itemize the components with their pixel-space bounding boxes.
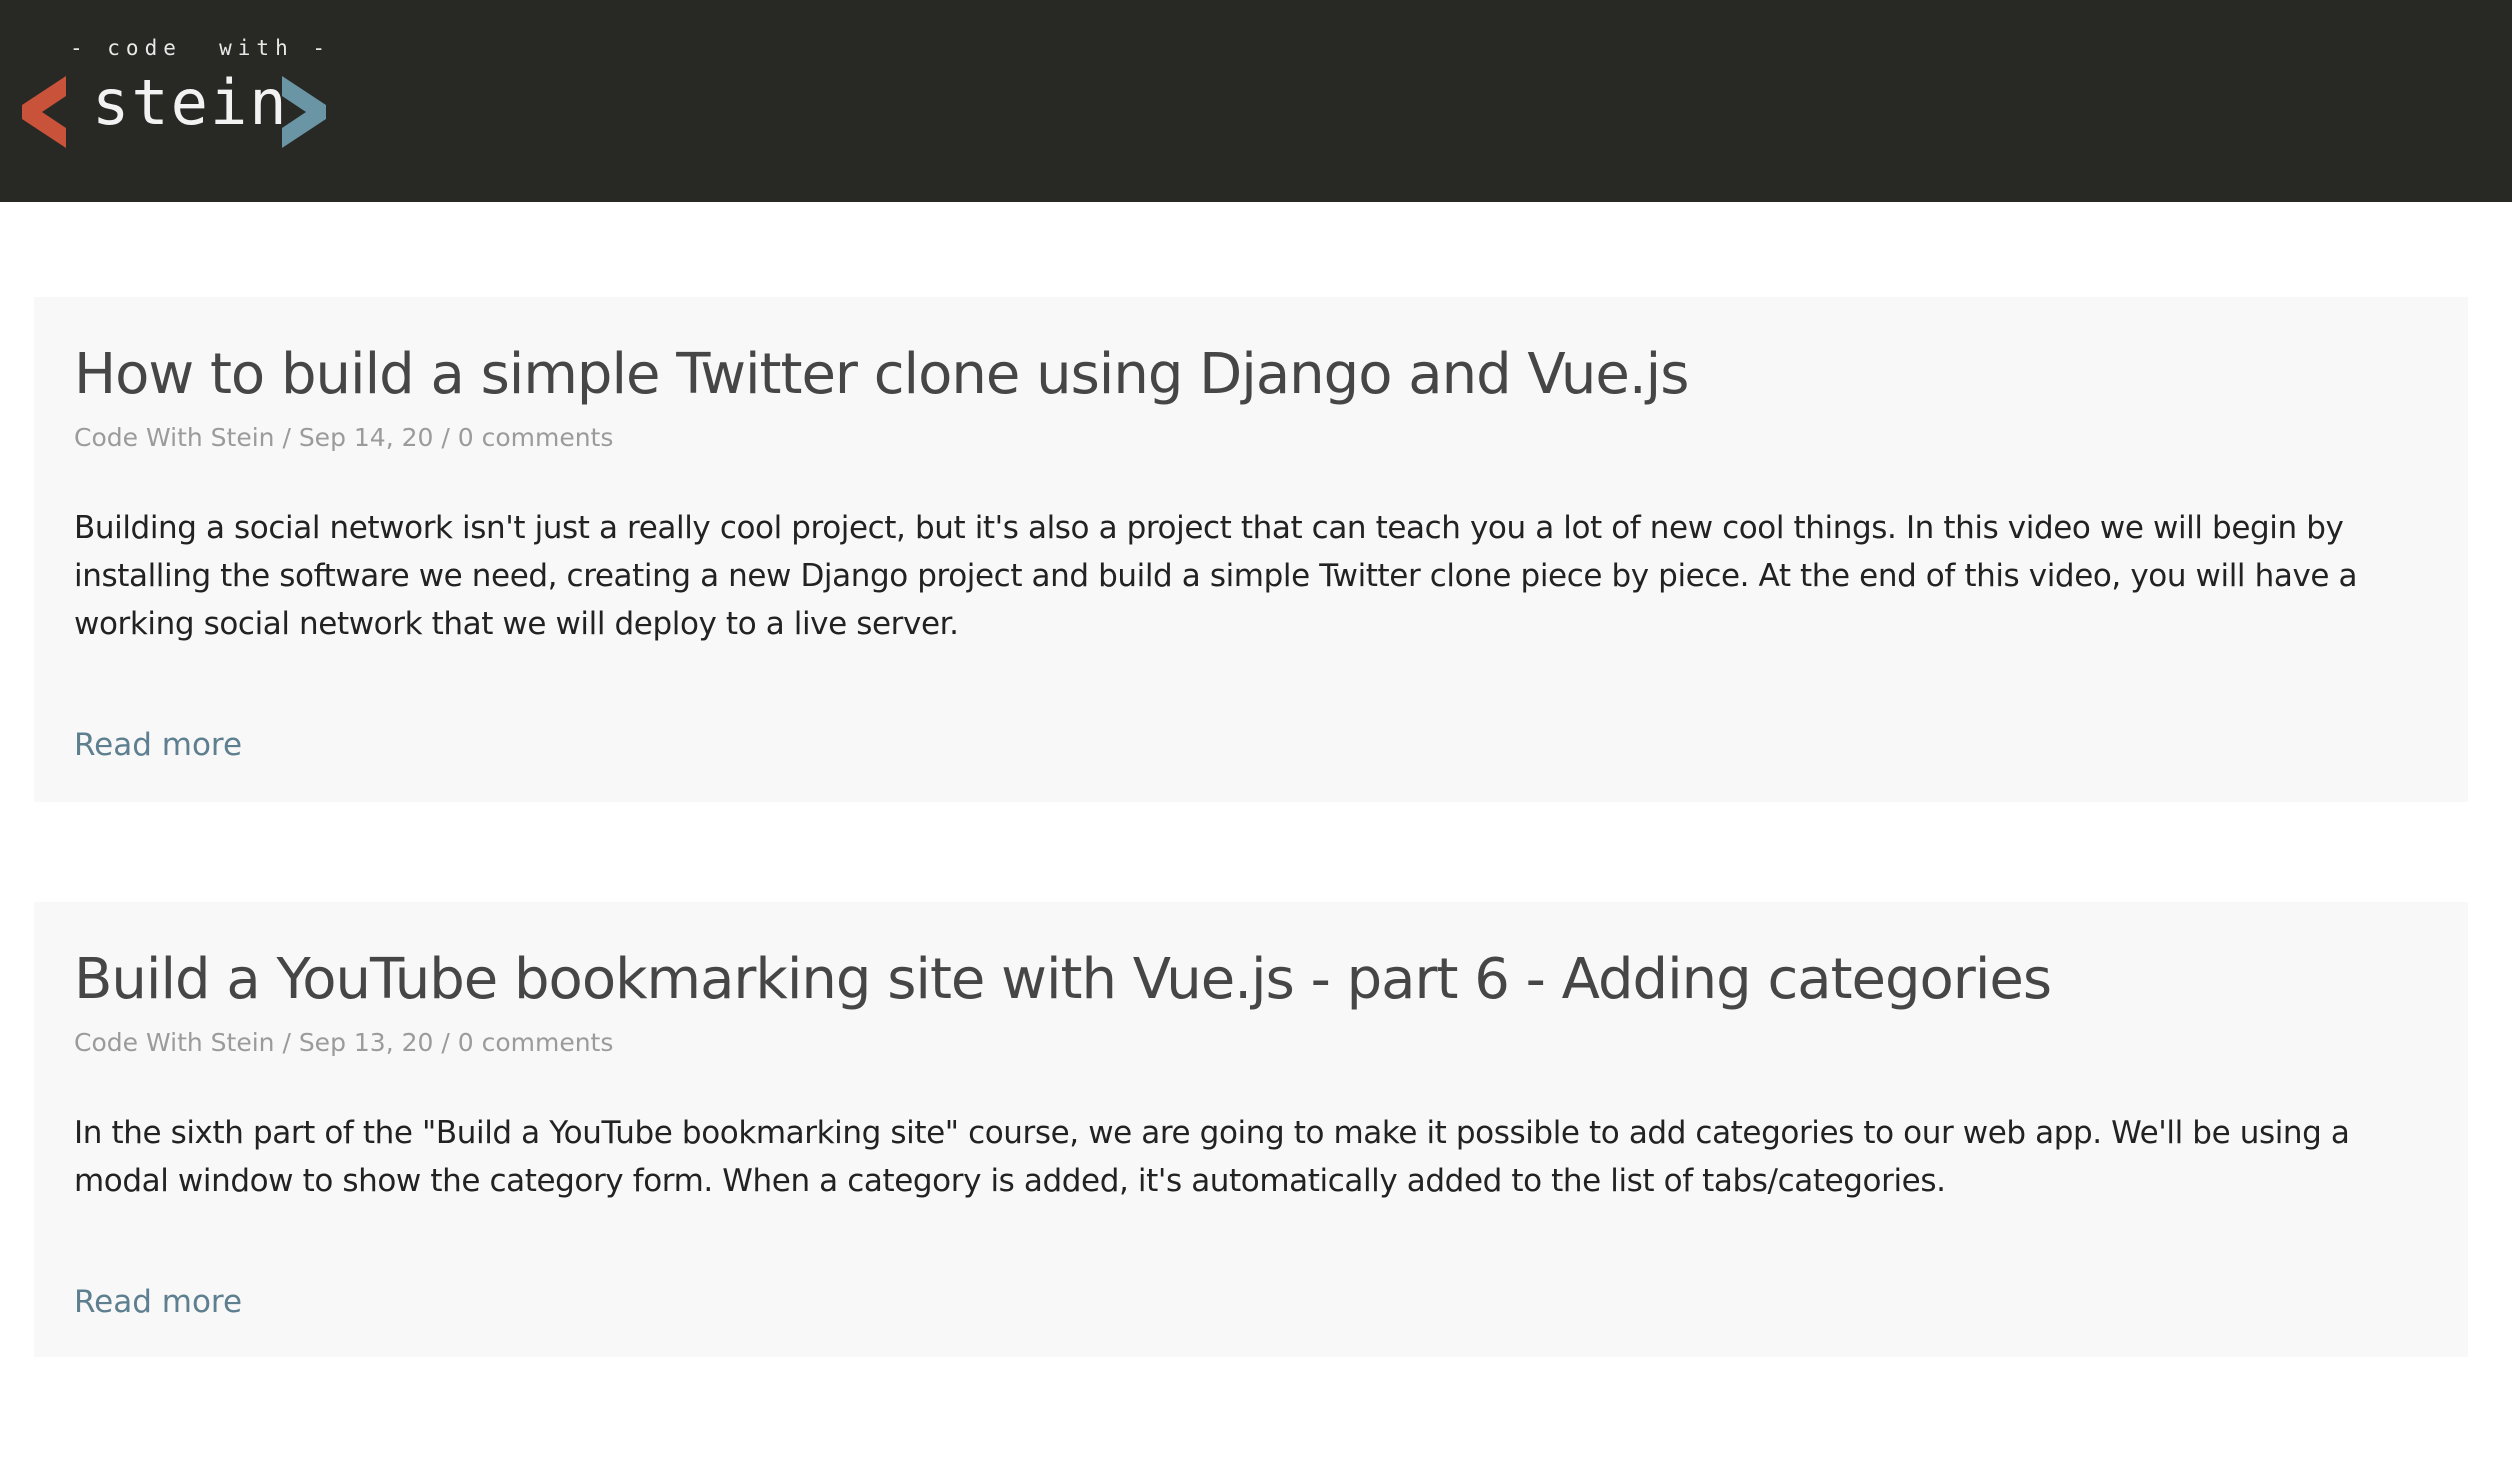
post-title[interactable]: How to build a simple Twitter clone usin… [74,339,2428,411]
post-meta: Code With Stein / Sep 14, 20 / 0 comment… [74,423,614,452]
post-card: How to build a simple Twitter clone usin… [34,297,2468,802]
read-more-link[interactable]: Read more [74,1282,242,1322]
post-list: How to build a simple Twitter clone usin… [34,297,2468,1457]
post-meta: Code With Stein / Sep 13, 20 / 0 comment… [74,1028,614,1057]
logo-name: stein [92,66,289,139]
site-logo[interactable]: - code with - stein [22,30,342,160]
site-header: - code with - stein [0,0,2512,202]
read-more-link[interactable]: Read more [74,725,242,765]
right-chevron-icon [282,76,326,148]
post-title[interactable]: Build a YouTube bookmarking site with Vu… [74,944,2428,1016]
post-excerpt: In the sixth part of the "Build a YouTub… [74,1115,2350,1199]
post-card: Build a YouTube bookmarking site with Vu… [34,902,2468,1357]
logo-tagline: - code with - [70,36,332,60]
post-excerpt: Building a social network isn't just a r… [74,510,2358,642]
left-chevron-icon [22,76,66,148]
